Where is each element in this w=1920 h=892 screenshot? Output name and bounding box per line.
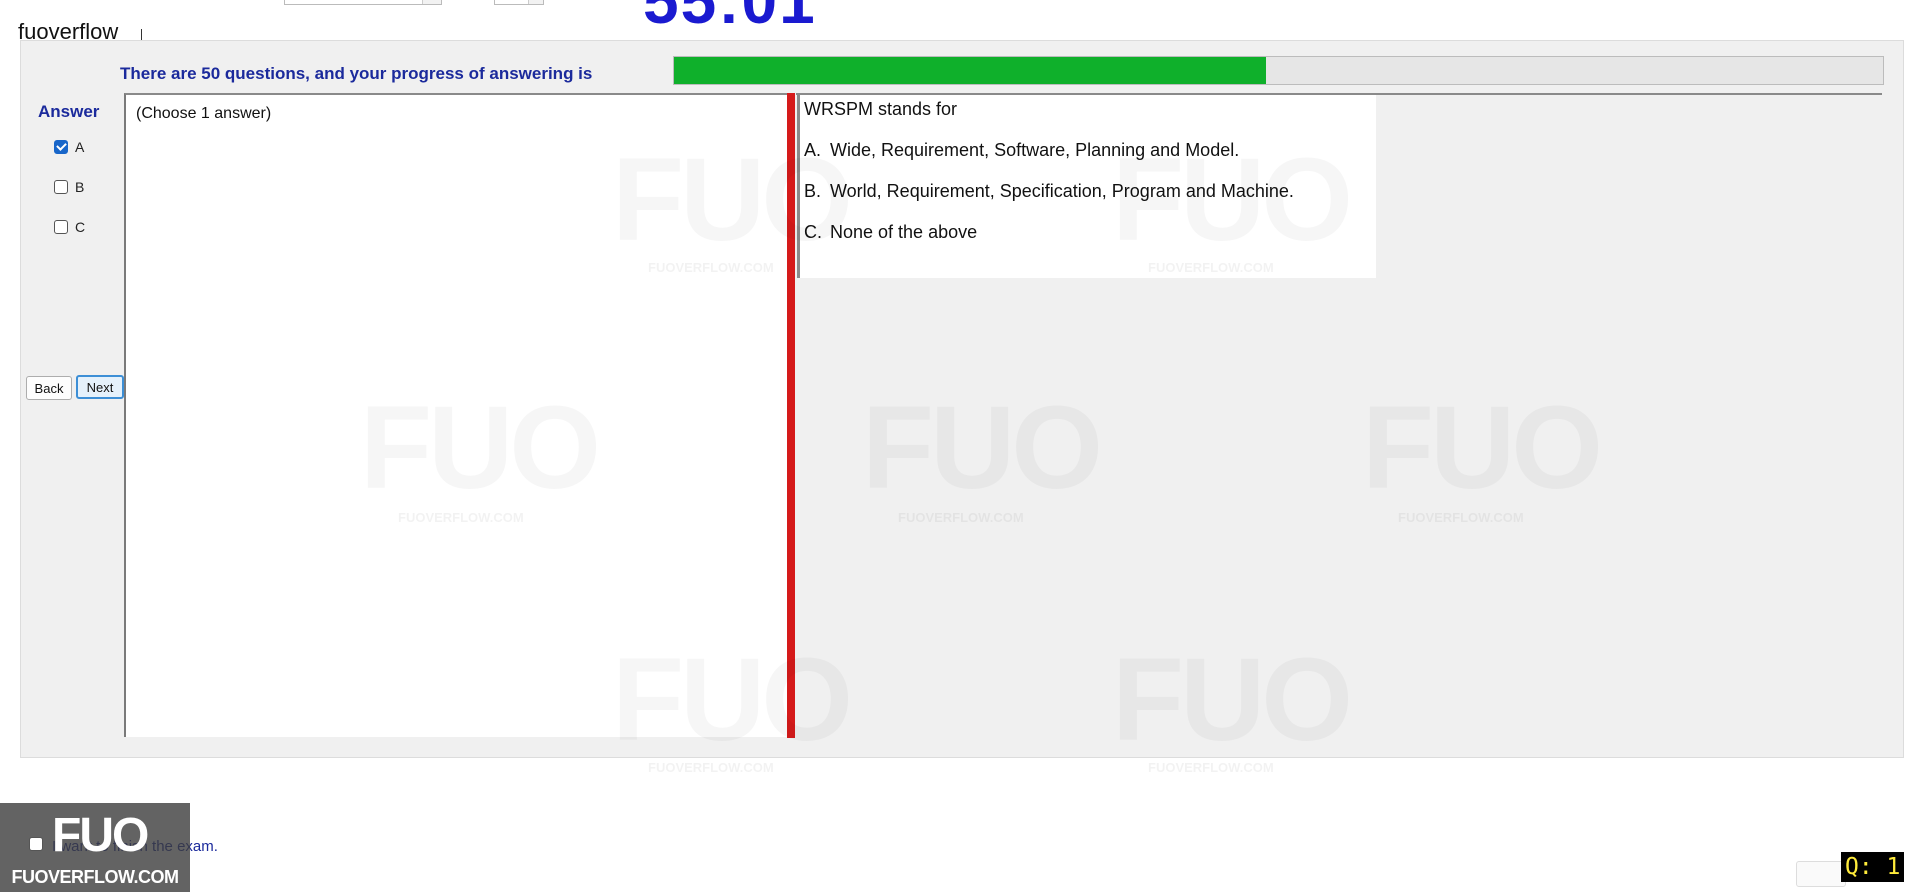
question-counter: Q: 1 — [1841, 852, 1905, 882]
choice-b: B. World, Requirement, Specification, Pro… — [804, 181, 1294, 202]
question-stem: WRSPM stands for — [804, 99, 958, 119]
finish-exam-toggle[interactable] — [29, 837, 43, 856]
watermark-text: FUOVERFLOW.COM — [648, 760, 774, 775]
answer-option-a[interactable]: A — [54, 137, 84, 157]
choice-letter: C. — [804, 222, 822, 242]
watermark-text: FUOVERFLOW.COM — [1148, 760, 1274, 775]
progress-bar-fill — [674, 57, 1267, 84]
choice-c: C. None of the above — [804, 222, 977, 243]
size-select-dropdown[interactable] — [494, 0, 544, 5]
progress-bar — [673, 56, 1884, 85]
font-select-dropdown[interactable] — [284, 0, 442, 5]
next-button[interactable]: Next — [76, 375, 124, 399]
logo-text: FUOVERFLOW.COM — [11, 867, 180, 887]
checkbox-c[interactable] — [54, 220, 68, 234]
answer-option-b[interactable]: B — [54, 177, 84, 197]
dropdown-arrow-icon[interactable] — [528, 0, 543, 4]
choice-text: None of the above — [830, 222, 978, 242]
answer-option-label: A — [75, 139, 85, 155]
dropdown-arrow-icon[interactable] — [422, 0, 441, 4]
answer-option-label: B — [75, 179, 85, 195]
question-box: WRSPM stands for A. Wide, Requirement, So… — [797, 95, 1376, 278]
checkbox-b[interactable] — [54, 180, 68, 194]
choice-a: A. Wide, Requirement, Software, Planning … — [804, 140, 1239, 161]
logo-mark: FUO — [52, 809, 149, 862]
finish-exam-checkbox[interactable] — [29, 837, 43, 851]
exam-timer: 55:01 — [643, 0, 817, 37]
pane-splitter[interactable] — [787, 93, 795, 738]
choice-text: Wide, Requirement, Software, Planning an… — [830, 140, 1240, 160]
answer-option-c[interactable]: C — [54, 217, 85, 237]
answer-heading: Answer — [38, 102, 100, 121]
choice-letter: A. — [804, 140, 822, 160]
choose-instruction: (Choose 1 answer) — [136, 105, 272, 122]
back-button[interactable]: Back — [26, 376, 72, 400]
checkbox-a[interactable] — [54, 140, 68, 154]
progress-label: There are 50 questions, and your progres… — [120, 64, 593, 83]
answer-notes-area[interactable]: (Choose 1 answer) — [124, 93, 788, 737]
submit-button[interactable] — [1796, 861, 1846, 887]
choice-text: World, Requirement, Specification, Progr… — [830, 181, 1294, 201]
answer-option-label: C — [75, 219, 86, 235]
choice-letter: B. — [804, 181, 822, 201]
